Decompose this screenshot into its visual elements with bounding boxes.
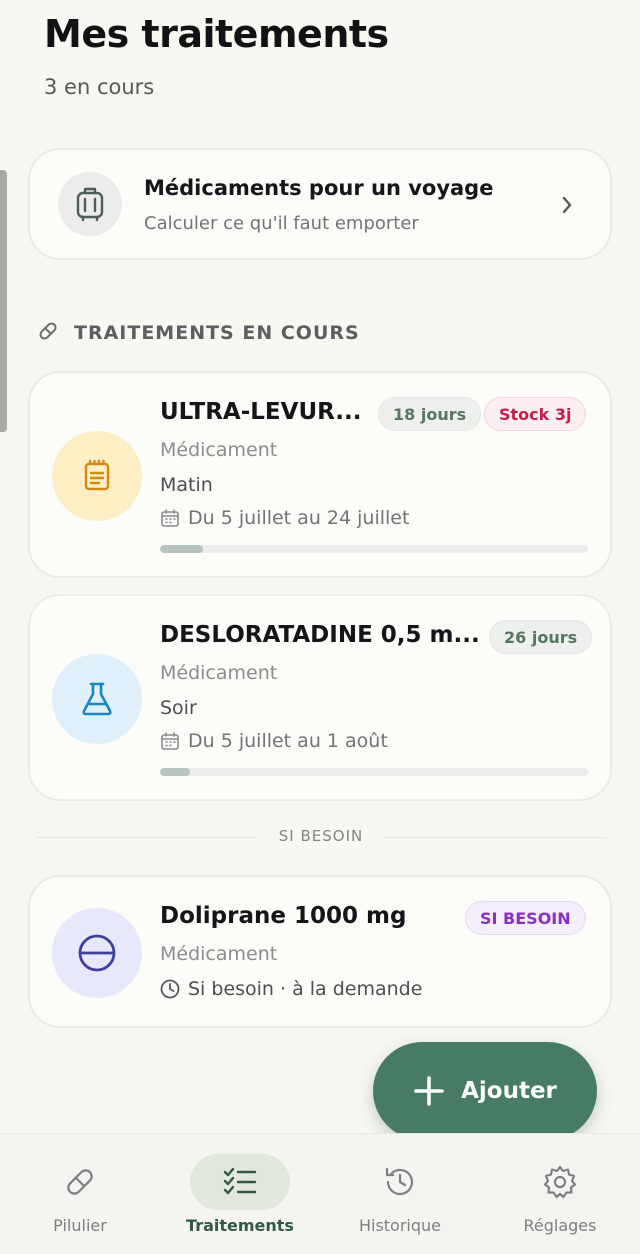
days-remaining-badge: 26 jours	[489, 620, 593, 654]
treatment-name: DESLORATADINE 0,5 m...	[160, 622, 480, 648]
treatment-type: Médicament	[160, 662, 278, 684]
add-treatment-button[interactable]: Ajouter	[373, 1042, 597, 1140]
treatment-name: Doliprane 1000 mg	[160, 903, 407, 929]
treatment-progress-fill	[160, 768, 190, 776]
pill-round-icon	[52, 908, 142, 998]
treatment-name: ULTRA-LEVUR...	[160, 399, 362, 425]
clock-icon	[160, 979, 180, 999]
gear-icon	[510, 1154, 610, 1210]
section-header-ongoing: TRAITEMENTS EN COURS	[36, 318, 360, 348]
treatment-schedule-text: Si besoin · à la demande	[188, 978, 423, 1000]
nav-label: Réglages	[523, 1216, 597, 1235]
notepad-icon	[52, 431, 142, 521]
page-subtitle: 3 en cours	[44, 75, 155, 99]
travel-card-title: Médicaments pour un voyage	[144, 176, 494, 200]
section-label: TRAITEMENTS EN COURS	[74, 322, 360, 344]
bottom-navigation: Pilulier Traitements Historique Réglages	[0, 1133, 640, 1254]
treatment-card[interactable]: DESLORATADINE 0,5 m... 26 jours Médicame…	[28, 594, 612, 801]
nav-item-traitements[interactable]: Traitements	[160, 1134, 320, 1254]
nav-item-pilulier[interactable]: Pilulier	[0, 1134, 160, 1254]
flask-icon	[52, 654, 142, 744]
as-needed-badge: SI BESOIN	[465, 901, 586, 935]
calendar-icon	[161, 509, 179, 527]
luggage-icon	[58, 172, 122, 236]
nav-item-historique[interactable]: Historique	[320, 1134, 480, 1254]
travel-medication-card[interactable]: Médicaments pour un voyage Calculer ce q…	[28, 148, 612, 260]
treatment-dates: Du 5 juillet au 1 août	[160, 730, 388, 752]
add-button-label: Ajouter	[461, 1078, 557, 1104]
treatment-type: Médicament	[160, 439, 278, 461]
days-remaining-badge: 18 jours	[378, 397, 482, 431]
nav-label: Pilulier	[53, 1216, 107, 1235]
scroll-indicator[interactable]	[0, 170, 7, 432]
as-needed-divider: SI BESOIN	[36, 827, 606, 845]
treatment-dates-text: Du 5 juillet au 24 juillet	[188, 507, 410, 529]
treatment-card[interactable]: ULTRA-LEVUR... 18 jours Stock 3j Médicam…	[28, 371, 612, 578]
chevron-right-icon	[556, 194, 578, 216]
treatment-time: Soir	[160, 697, 197, 719]
treatment-dates-text: Du 5 juillet au 1 août	[188, 730, 388, 752]
treatment-progress-fill	[160, 545, 203, 553]
treatment-schedule: Si besoin · à la demande	[160, 978, 422, 1000]
nav-label: Traitements	[186, 1216, 294, 1235]
as-needed-treatment-card[interactable]: Doliprane 1000 mg SI BESOIN Médicament S…	[28, 875, 612, 1028]
nav-label: Historique	[358, 1216, 442, 1235]
checklist-icon	[190, 1154, 290, 1210]
treatment-progress	[160, 545, 588, 553]
divider-label: SI BESOIN	[278, 827, 364, 845]
treatment-progress	[160, 768, 588, 776]
treatment-time: Matin	[160, 474, 213, 496]
treatments-screen: Mes traitements 3 en cours Médicaments p…	[0, 0, 640, 1254]
plus-icon	[414, 1076, 444, 1106]
history-icon	[350, 1154, 450, 1210]
calendar-icon	[161, 732, 179, 750]
travel-card-subtitle: Calculer ce qu'il faut emporter	[144, 213, 419, 234]
pill-icon	[30, 1154, 130, 1210]
treatment-type: Médicament	[160, 943, 278, 965]
pill-icon	[36, 319, 60, 347]
stock-alert-badge: Stock 3j	[484, 397, 587, 431]
treatment-dates: Du 5 juillet au 24 juillet	[160, 507, 409, 529]
page-title: Mes traitements	[44, 12, 389, 56]
nav-item-reglages[interactable]: Réglages	[480, 1134, 640, 1254]
